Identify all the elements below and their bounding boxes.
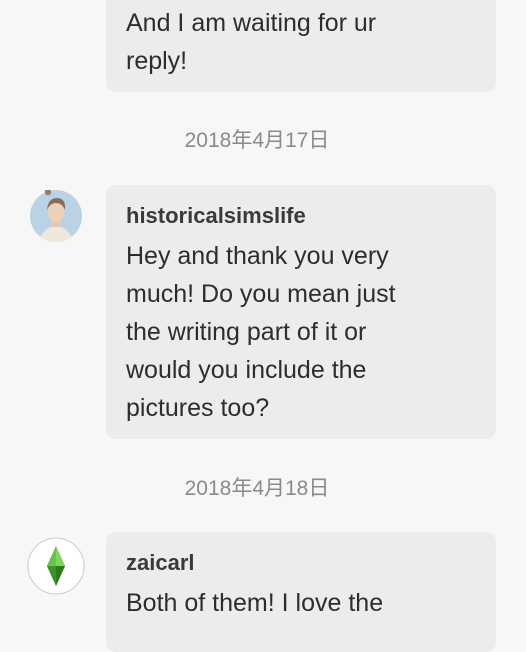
sims-plumbob-avatar-icon[interactable] [27,537,85,595]
message-bubble[interactable]: And I am waiting for ur reply! [106,0,496,92]
message-text: Both of them! I love the [126,589,384,617]
date-separator: 2018年4月17日 [184,129,330,152]
date-separator: 2018年4月18日 [184,477,330,500]
message-text: And I am waiting for ur reply! [126,9,377,75]
message-bubble[interactable]: historicalsimslife Hey and thank you ver… [106,185,496,439]
sim-portrait-avatar-icon[interactable] [30,190,82,242]
sender-name[interactable]: zaicarl [126,550,476,576]
message-bubble[interactable]: zaicarl Both of them! I love the [106,532,496,652]
sender-name[interactable]: historicalsimslife [126,203,476,229]
message-text: Hey and thank you very much! Do you mean… [126,242,396,422]
